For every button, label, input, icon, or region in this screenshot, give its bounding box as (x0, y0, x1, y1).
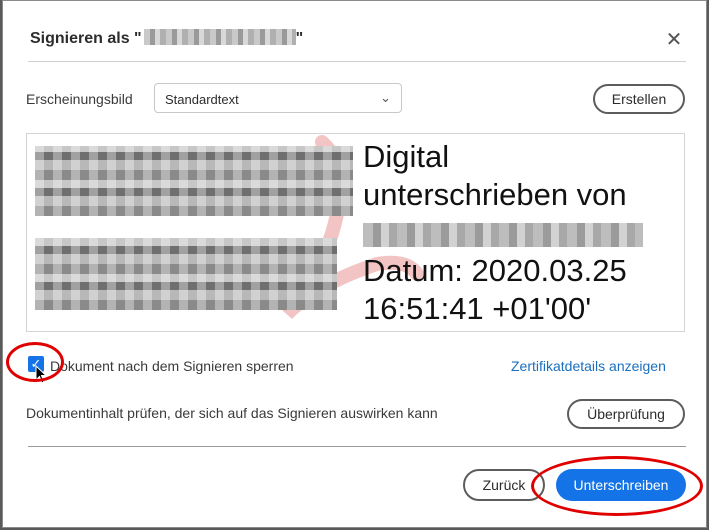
appearance-select-value: Standardtext (165, 92, 239, 107)
lock-document-label: Dokument nach dem Signieren sperren (50, 358, 294, 374)
footer-divider (28, 446, 686, 447)
signature-text: Digital unterschrieben von Datum: 2020.0… (363, 138, 643, 328)
signature-line-redacted (363, 214, 643, 252)
redacted-signature-top (35, 146, 353, 216)
mouse-cursor-icon (35, 365, 48, 384)
redacted-signature-bottom (35, 238, 337, 310)
signature-line-2: unterschrieben von (363, 177, 627, 212)
appearance-select[interactable]: Standardtext ⌄ (154, 83, 402, 113)
signature-line-4: 16:51:41 +01'00' (363, 291, 592, 326)
close-icon[interactable]: ✕ (663, 29, 685, 51)
review-description: Dokumentinhalt prüfen, der sich auf das … (26, 405, 438, 421)
certificate-details-link[interactable]: Zertifikatdetails anzeigen (511, 358, 666, 374)
create-button[interactable]: Erstellen (593, 84, 685, 114)
sign-button[interactable]: Unterschreiben (556, 469, 686, 501)
dialog-title-suffix: " (295, 30, 304, 47)
chevron-down-icon: ⌄ (380, 90, 391, 105)
header-divider (28, 61, 686, 62)
redacted-signer-name (363, 222, 643, 247)
review-button[interactable]: Überprüfung (567, 399, 685, 429)
signature-line-3: Datum: 2020.03.25 (363, 253, 627, 288)
dialog-title: Signieren als " " (30, 29, 303, 48)
sign-dialog: Signieren als " " ✕ Erscheinungsbild Stan… (2, 0, 707, 528)
back-button[interactable]: Zurück (463, 469, 545, 501)
signature-preview: Digital unterschrieben von Datum: 2020.0… (26, 133, 685, 332)
signature-line-1: Digital (363, 139, 450, 174)
appearance-label: Erscheinungsbild (26, 91, 133, 107)
redacted-name (143, 29, 296, 45)
dialog-title-prefix: Signieren als " (30, 30, 142, 47)
